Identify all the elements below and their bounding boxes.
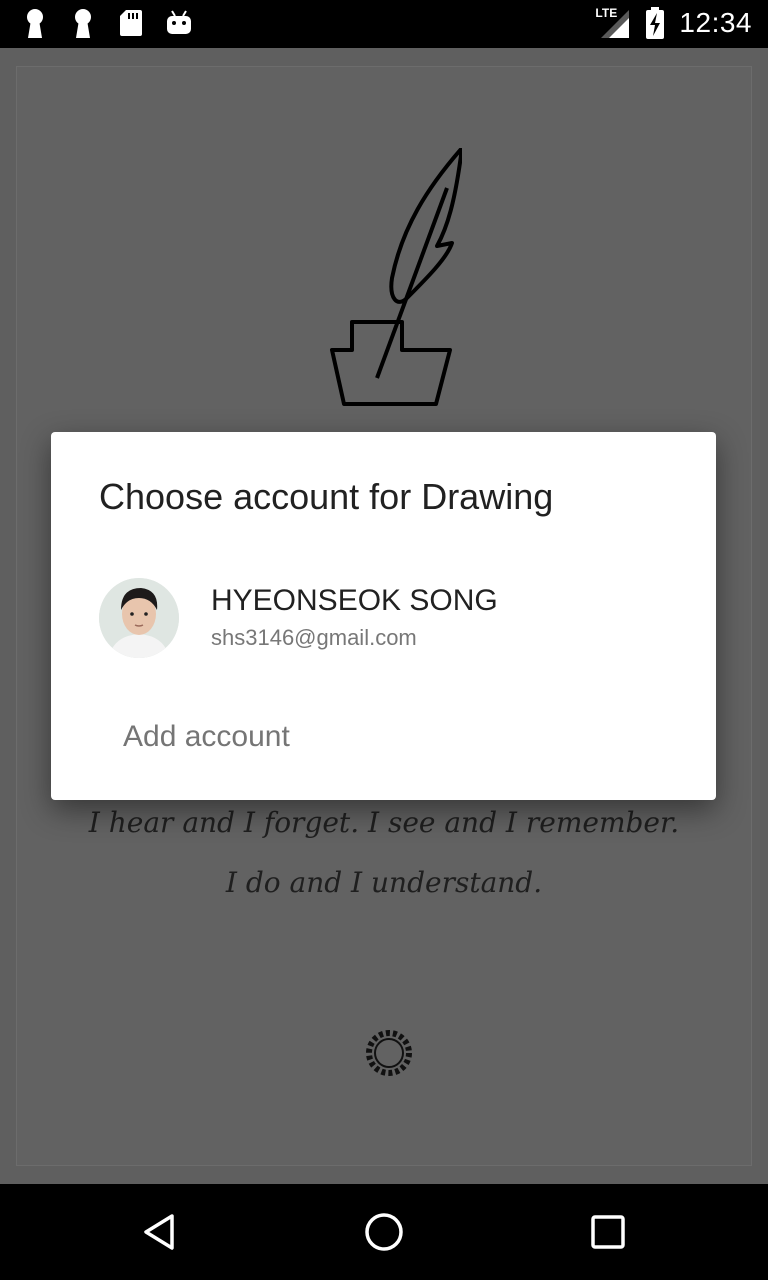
android-icon [167,10,191,34]
signal-indicator: LTE [595,6,631,40]
sd-card-icon [120,10,142,36]
status-bar: LTE 12:34 [0,0,768,48]
add-account-button[interactable]: Add account [123,720,290,754]
keyhole-icon [27,9,43,38]
account-list-item[interactable]: HYEONSEOK SONG shs3146@gmail.com [51,562,716,672]
quote-line-2: I do and I understand. [225,866,543,899]
keyhole-icon [75,9,91,38]
choose-account-dialog: Choose account for Drawing HYEONSEOK SON… [51,432,716,800]
loading-spinner-icon [366,1030,412,1076]
account-name: HYEONSEOK SONG [211,584,498,617]
quill-inkwell-icon [330,148,462,406]
avatar [99,578,179,658]
recents-button[interactable] [578,1204,638,1260]
back-button[interactable] [130,1204,190,1260]
back-icon [144,1214,174,1250]
network-type-label: LTE [595,6,618,20]
navigation-bar [0,1184,768,1280]
account-email: shs3146@gmail.com [211,625,417,650]
home-button[interactable] [354,1204,414,1260]
recents-icon [591,1215,625,1249]
dialog-title: Choose account for Drawing [99,476,554,517]
quote-line-1: I hear and I forget. I see and I remembe… [88,806,680,839]
battery-charging-icon [646,7,665,39]
clock: 12:34 [679,7,752,38]
home-icon [365,1213,403,1251]
